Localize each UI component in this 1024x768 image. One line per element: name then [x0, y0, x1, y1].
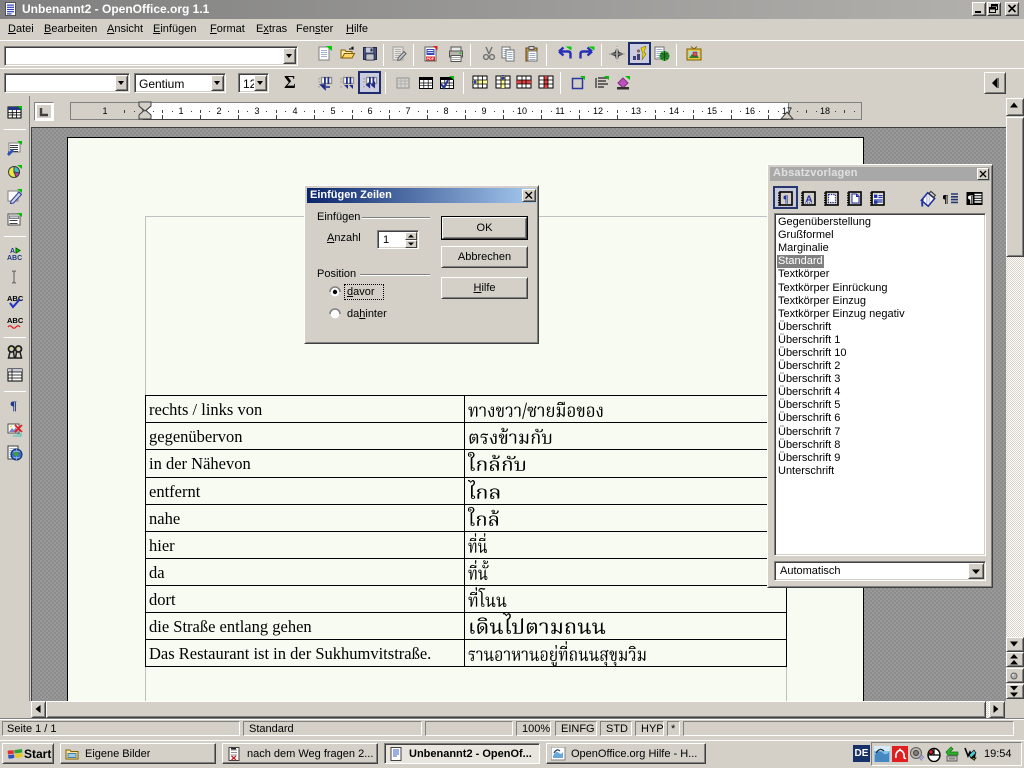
- svg-text:ABC: ABC: [7, 255, 22, 262]
- svg-text:ABC: ABC: [7, 294, 23, 303]
- svg-text:¶: ¶: [943, 192, 948, 206]
- svg-text:¶: ¶: [783, 195, 788, 206]
- svg-text:¶: ¶: [10, 398, 17, 413]
- svg-text:¶: ¶: [968, 194, 974, 206]
- svg-text:PDF: PDF: [427, 57, 435, 61]
- svg-text:ABC: ABC: [7, 316, 23, 325]
- svg-text:A: A: [10, 248, 15, 255]
